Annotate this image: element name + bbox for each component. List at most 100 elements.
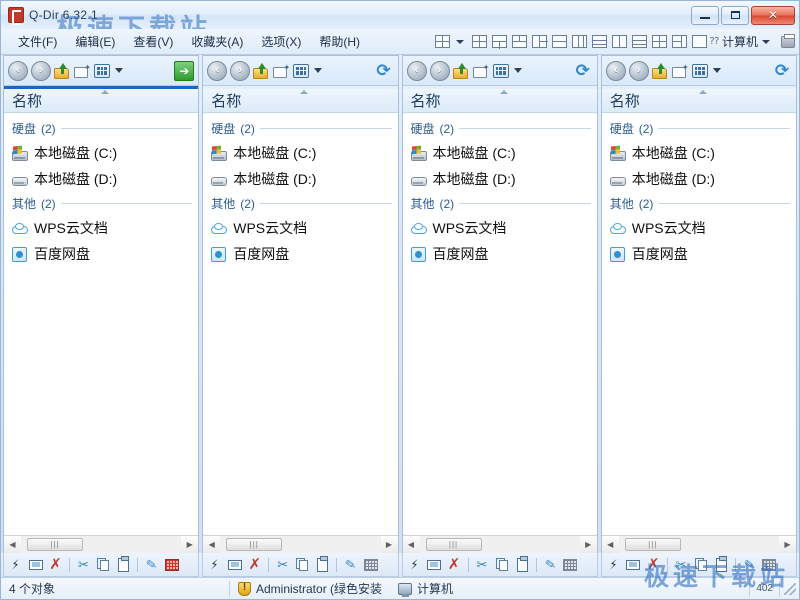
scroll-right-arrow[interactable]: ▶ (779, 536, 796, 553)
bolt-icon[interactable]: ⚡ (407, 556, 421, 573)
properties-grid-icon[interactable] (362, 556, 379, 573)
copy-icon[interactable] (95, 556, 112, 573)
folder-up-icon[interactable] (253, 63, 270, 79)
layout-bottom-split-button[interactable] (512, 35, 527, 48)
drives-icon[interactable] (493, 64, 509, 78)
list-item[interactable]: 本地磁盘 (C:) (4, 140, 198, 166)
pane-1-horizontal-scrollbar[interactable]: ◀ ||| ▶ (4, 535, 198, 552)
menu-view[interactable]: 查看(V) (124, 30, 182, 53)
layout-top-split-button[interactable] (492, 35, 507, 48)
go-button[interactable]: ➔ (174, 61, 194, 81)
scroll-left-arrow[interactable]: ◀ (602, 536, 619, 553)
chevron-down-icon[interactable] (514, 68, 522, 73)
layout-quad-3-button[interactable] (672, 35, 687, 48)
list-item[interactable]: 百度网盘 (4, 241, 198, 267)
chevron-down-icon[interactable] (115, 68, 123, 73)
scroll-thumb[interactable]: ||| (625, 538, 681, 551)
paste-icon[interactable] (115, 556, 132, 573)
menu-edit[interactable]: 编辑(E) (66, 30, 124, 53)
scroll-right-arrow[interactable]: ▶ (181, 536, 198, 553)
copy-icon[interactable] (494, 556, 511, 573)
scroll-track[interactable]: ||| (420, 536, 580, 553)
paste-icon[interactable] (514, 556, 531, 573)
list-item[interactable]: WPS云文档 (4, 215, 198, 241)
list-item[interactable]: 百度网盘 (602, 241, 796, 267)
new-folder-icon[interactable]: ✦ (273, 64, 290, 78)
scroll-right-arrow[interactable]: ▶ (381, 536, 398, 553)
delete-icon[interactable]: ✗ (446, 556, 463, 573)
cut-icon[interactable]: ✂ (274, 556, 291, 573)
new-folder-icon[interactable]: ✦ (672, 64, 689, 78)
forward-button[interactable]: › (430, 61, 450, 81)
folder-up-icon[interactable] (54, 63, 71, 79)
rename-icon[interactable]: ✎ (142, 555, 162, 575)
scroll-track[interactable]: ||| (619, 536, 779, 553)
copy-icon[interactable] (693, 556, 710, 573)
pane-1-column-header[interactable]: 名称 (4, 89, 198, 113)
layout-two-columns-button[interactable] (612, 35, 627, 48)
computer-dropdown-label[interactable]: 计算机 (722, 33, 758, 50)
bolt-icon[interactable]: ⚡ (606, 556, 620, 573)
layout-quad-icon[interactable] (435, 35, 450, 48)
properties-grid-icon[interactable] (761, 556, 778, 573)
layout-three-rows-button[interactable] (592, 35, 607, 48)
list-item[interactable]: WPS云文档 (602, 215, 796, 241)
drives-icon[interactable] (692, 64, 708, 78)
menu-favorites[interactable]: 收藏夹(A) (182, 30, 252, 53)
list-item[interactable]: 百度网盘 (203, 241, 397, 267)
scroll-thumb[interactable]: ||| (426, 538, 482, 551)
forward-button[interactable]: › (629, 61, 649, 81)
scroll-thumb[interactable]: ||| (226, 538, 282, 551)
properties-grid-icon[interactable] (562, 556, 579, 573)
pane-1-file-list[interactable]: 硬盘 (2) 本地磁盘 (C:) 本地磁盘 (D:) 其他 (2) (4, 113, 198, 535)
delete-icon[interactable]: ✗ (47, 556, 64, 573)
layout-three-columns-button[interactable] (572, 35, 587, 48)
pane-3-file-list[interactable]: 硬盘 (2) 本地磁盘 (C:) 本地磁盘 (D:) 其他 (2) (403, 113, 597, 535)
scroll-track[interactable]: ||| (21, 536, 181, 553)
back-button[interactable]: ‹ (207, 61, 227, 81)
list-item[interactable]: 百度网盘 (403, 241, 597, 267)
layout-quad-button[interactable] (472, 35, 487, 48)
bolt-icon[interactable]: ⚡ (9, 556, 23, 573)
pane-4-column-header[interactable]: 名称 (602, 89, 796, 113)
cut-icon[interactable]: ✂ (474, 556, 491, 573)
minimize-button[interactable] (691, 6, 719, 25)
layout-horizontal-split-button[interactable] (552, 35, 567, 48)
maximize-button[interactable] (721, 6, 749, 25)
menu-file[interactable]: 文件(F) (9, 30, 66, 53)
copy-icon[interactable] (294, 556, 311, 573)
chevron-down-icon[interactable] (314, 68, 322, 73)
cut-icon[interactable]: ✂ (75, 556, 92, 573)
scroll-right-arrow[interactable]: ▶ (580, 536, 597, 553)
menu-help[interactable]: 帮助(H) (310, 30, 369, 53)
computer-dropdown-caret-icon[interactable] (762, 40, 770, 44)
properties-grid-icon[interactable] (163, 556, 180, 573)
list-item[interactable]: WPS云文档 (403, 215, 597, 241)
paste-icon[interactable] (314, 556, 331, 573)
bolt-icon[interactable]: ⚡ (208, 556, 222, 573)
pane-4-horizontal-scrollbar[interactable]: ◀ ||| ▶ (602, 535, 796, 552)
delete-icon[interactable]: ✗ (645, 556, 662, 573)
new-folder-icon[interactable]: ✦ (74, 64, 91, 78)
list-item[interactable]: 本地磁盘 (C:) (602, 140, 796, 166)
resize-grip[interactable] (784, 583, 796, 595)
back-button[interactable]: ‹ (606, 61, 626, 81)
pane-3-horizontal-scrollbar[interactable]: ◀ ||| ▶ (403, 535, 597, 552)
back-button[interactable]: ‹ (407, 61, 427, 81)
list-item[interactable]: 本地磁盘 (C:) (403, 140, 597, 166)
pane-4[interactable]: ‹ › ✦ ⟳ 名称 硬盘 (2) (601, 55, 797, 553)
rename-icon[interactable]: ✎ (341, 555, 361, 575)
layout-left-split-button[interactable] (532, 35, 547, 48)
pane-3[interactable]: ‹ › ✦ ⟳ 名称 硬盘 (2) (402, 55, 598, 553)
forward-button[interactable]: › (31, 61, 51, 81)
new-item-icon[interactable] (226, 556, 243, 573)
list-item[interactable]: 本地磁盘 (D:) (4, 166, 198, 192)
delete-icon[interactable]: ✗ (246, 556, 263, 573)
new-item-icon[interactable] (426, 556, 443, 573)
pane-1[interactable]: ‹ › ✦ ➔ 名称 硬盘 (2) (3, 55, 199, 553)
scroll-left-arrow[interactable]: ◀ (403, 536, 420, 553)
pane-4-file-list[interactable]: 硬盘 (2) 本地磁盘 (C:) 本地磁盘 (D:) 其他 (2) (602, 113, 796, 535)
refresh-button[interactable]: ⟳ (374, 61, 394, 81)
refresh-button[interactable]: ⟳ (573, 61, 593, 81)
menu-options[interactable]: 选项(X) (252, 30, 310, 53)
